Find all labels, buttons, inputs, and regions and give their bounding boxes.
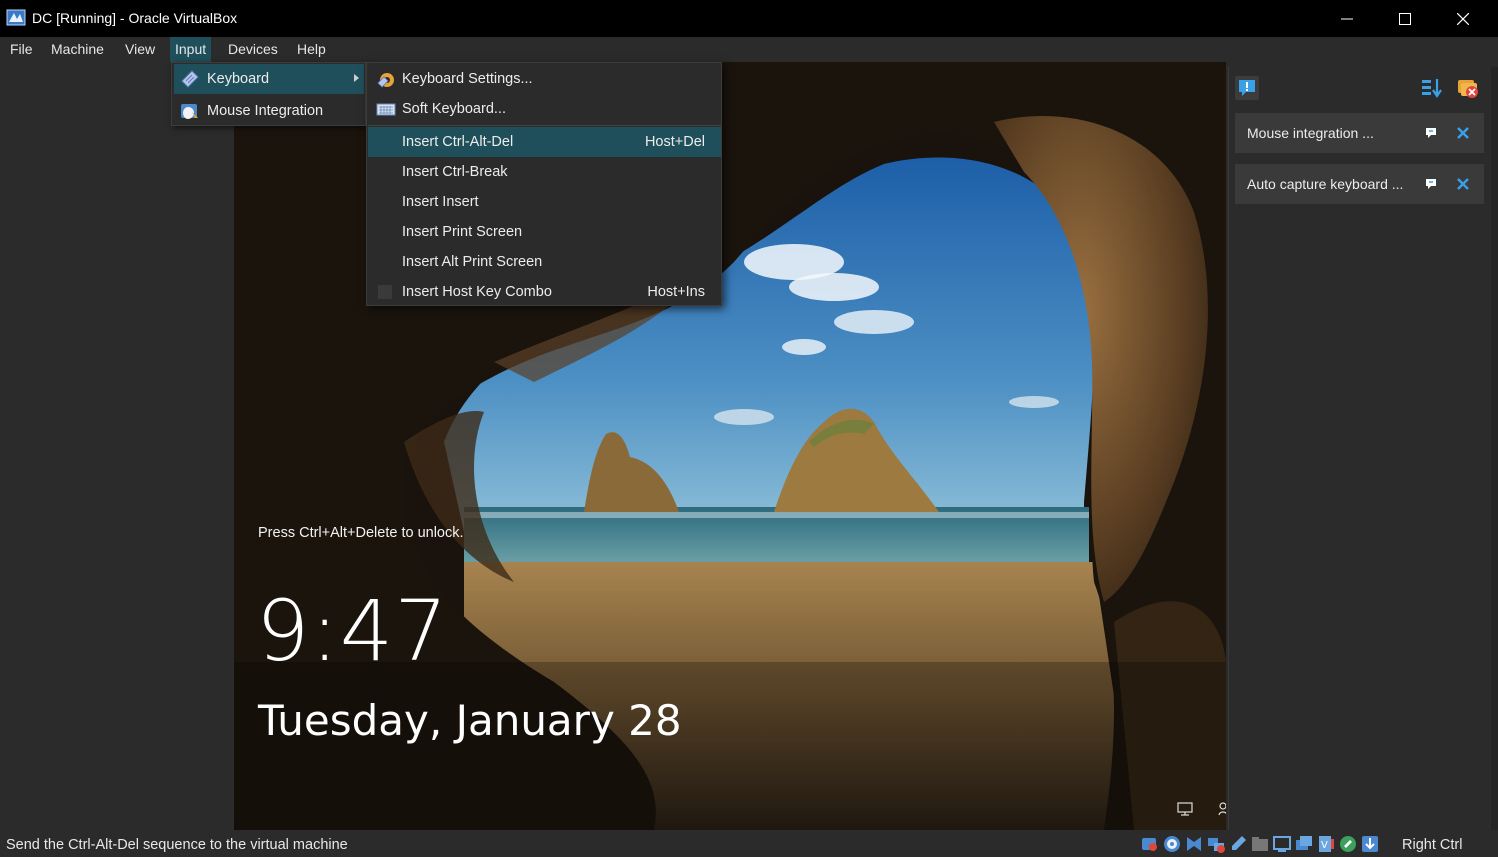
checkbox-indicator bbox=[378, 285, 392, 299]
notification-label: Auto capture keyboard ... bbox=[1247, 176, 1404, 192]
minimize-icon bbox=[1341, 18, 1353, 19]
menu-item-label: Insert Alt Print Screen bbox=[402, 254, 543, 270]
window-title: DC [Running] - Oracle VirtualBox bbox=[32, 10, 238, 26]
soft-keyboard-icon bbox=[376, 103, 396, 116]
mouse-icon[interactable] bbox=[1338, 834, 1358, 854]
menu-item-insert-insert[interactable]: Insert Insert bbox=[368, 187, 721, 217]
menu-item-label: Keyboard Settings... bbox=[402, 71, 533, 87]
menu-item-insert-print-screen[interactable]: Insert Print Screen bbox=[368, 217, 721, 247]
menu-item-label: Soft Keyboard... bbox=[402, 101, 506, 117]
status-indicators: V bbox=[1140, 834, 1380, 854]
menu-item-label: Insert Host Key Combo bbox=[402, 284, 552, 300]
notification-label: Mouse integration ... bbox=[1247, 125, 1374, 141]
keyboard-settings-icon bbox=[377, 73, 394, 88]
audio-icon[interactable] bbox=[1184, 834, 1204, 854]
menu-item-insert-ctrl-alt-del[interactable]: Insert Ctrl-Alt-Del Host+Del bbox=[368, 127, 721, 157]
shared-folders-icon[interactable] bbox=[1250, 834, 1270, 854]
minimize-button[interactable] bbox=[1318, 0, 1376, 37]
pin-icon[interactable] bbox=[1424, 126, 1438, 140]
menu-file[interactable]: File bbox=[5, 37, 38, 62]
menu-item-label: Insert Ctrl-Break bbox=[402, 164, 508, 180]
accessibility-icon[interactable] bbox=[1216, 802, 1226, 816]
cpu-icon[interactable]: V bbox=[1316, 834, 1336, 854]
host-key-indicator[interactable]: Right Ctrl bbox=[1402, 837, 1462, 853]
menu-item-shortcut: Host+Del bbox=[644, 134, 705, 150]
keyboard-icon bbox=[181, 70, 199, 88]
submenu-arrow-icon bbox=[354, 74, 359, 82]
pin-icon[interactable] bbox=[1424, 177, 1438, 191]
keyboard-submenu: Keyboard Settings... Soft Keyboard... In… bbox=[366, 62, 722, 306]
status-message: Send the Ctrl-Alt-Del sequence to the vi… bbox=[6, 837, 348, 853]
title-bar: DC [Running] - Oracle VirtualBox bbox=[0, 0, 1498, 37]
optical-drive-icon[interactable] bbox=[1162, 834, 1182, 854]
menu-devices[interactable]: Devices bbox=[223, 37, 283, 62]
maximize-icon bbox=[1399, 12, 1411, 25]
menu-item-insert-host-key-combo[interactable]: Insert Host Key Combo Host+Ins bbox=[368, 277, 721, 307]
menu-bar: File Machine View Input Devices Help bbox=[0, 37, 1498, 62]
notification-card-mouse[interactable]: Mouse integration ... bbox=[1235, 113, 1484, 153]
svg-text:V: V bbox=[1321, 840, 1328, 851]
menu-item-soft-keyboard[interactable]: Soft Keyboard... bbox=[368, 94, 721, 124]
menu-machine[interactable]: Machine bbox=[46, 37, 109, 62]
notification-center: Mouse integration ... Auto capture keybo… bbox=[1228, 67, 1498, 830]
menu-item-label: Insert Print Screen bbox=[402, 224, 523, 240]
lock-date: Tuesday, January 28 bbox=[258, 696, 682, 745]
unlock-hint: Press Ctrl+Alt+Delete to unlock. bbox=[258, 525, 464, 541]
dismiss-icon[interactable] bbox=[1456, 177, 1470, 191]
maximize-button[interactable] bbox=[1376, 0, 1434, 37]
status-bar: Send the Ctrl-Alt-Del sequence to the vi… bbox=[0, 830, 1498, 857]
input-menu: Keyboard Mouse Integration bbox=[171, 62, 366, 126]
panel-splitter[interactable] bbox=[1491, 67, 1498, 830]
menu-item-label: Mouse Integration bbox=[207, 103, 324, 119]
close-button[interactable] bbox=[1434, 0, 1492, 37]
dismiss-icon[interactable] bbox=[1456, 126, 1470, 140]
keyboard-capture-icon[interactable] bbox=[1360, 834, 1380, 854]
close-icon bbox=[1457, 12, 1469, 25]
menu-separator bbox=[368, 125, 721, 126]
menu-item-keyboard[interactable]: Keyboard bbox=[174, 64, 364, 94]
menu-item-mouse-integration[interactable]: Mouse Integration bbox=[174, 96, 364, 126]
recording-icon[interactable] bbox=[1294, 834, 1314, 854]
menu-item-insert-ctrl-break[interactable]: Insert Ctrl-Break bbox=[368, 157, 721, 187]
clear-all-icon[interactable] bbox=[1455, 75, 1481, 101]
virtualbox-app-icon bbox=[6, 9, 26, 26]
sort-icon[interactable] bbox=[1419, 75, 1445, 101]
notification-card-keyboard[interactable]: Auto capture keyboard ... bbox=[1235, 164, 1484, 204]
network-icon[interactable] bbox=[1206, 834, 1226, 854]
menu-view[interactable]: View bbox=[120, 37, 160, 62]
menu-item-keyboard-settings[interactable]: Keyboard Settings... bbox=[368, 64, 721, 94]
notification-center-icon[interactable] bbox=[1234, 75, 1260, 101]
menu-help[interactable]: Help bbox=[292, 37, 331, 62]
menu-item-shortcut: Host+Ins bbox=[647, 284, 705, 300]
display-icon[interactable] bbox=[1272, 834, 1292, 854]
menu-input[interactable]: Input bbox=[170, 37, 212, 62]
mouse-integration-icon bbox=[181, 104, 198, 119]
usb-icon[interactable] bbox=[1228, 834, 1248, 854]
menu-item-label: Insert Insert bbox=[402, 194, 479, 210]
main-area: Press Ctrl+Alt+Delete to unlock. 9:47 Tu… bbox=[0, 62, 1498, 830]
lock-time: 9:47 bbox=[256, 582, 449, 680]
network-status-icon[interactable] bbox=[1177, 802, 1195, 816]
menu-item-label: Insert Ctrl-Alt-Del bbox=[402, 134, 514, 150]
menu-item-label: Keyboard bbox=[207, 71, 270, 87]
hard-disk-icon[interactable] bbox=[1140, 834, 1160, 854]
menu-item-insert-alt-print-screen[interactable]: Insert Alt Print Screen bbox=[368, 247, 721, 277]
